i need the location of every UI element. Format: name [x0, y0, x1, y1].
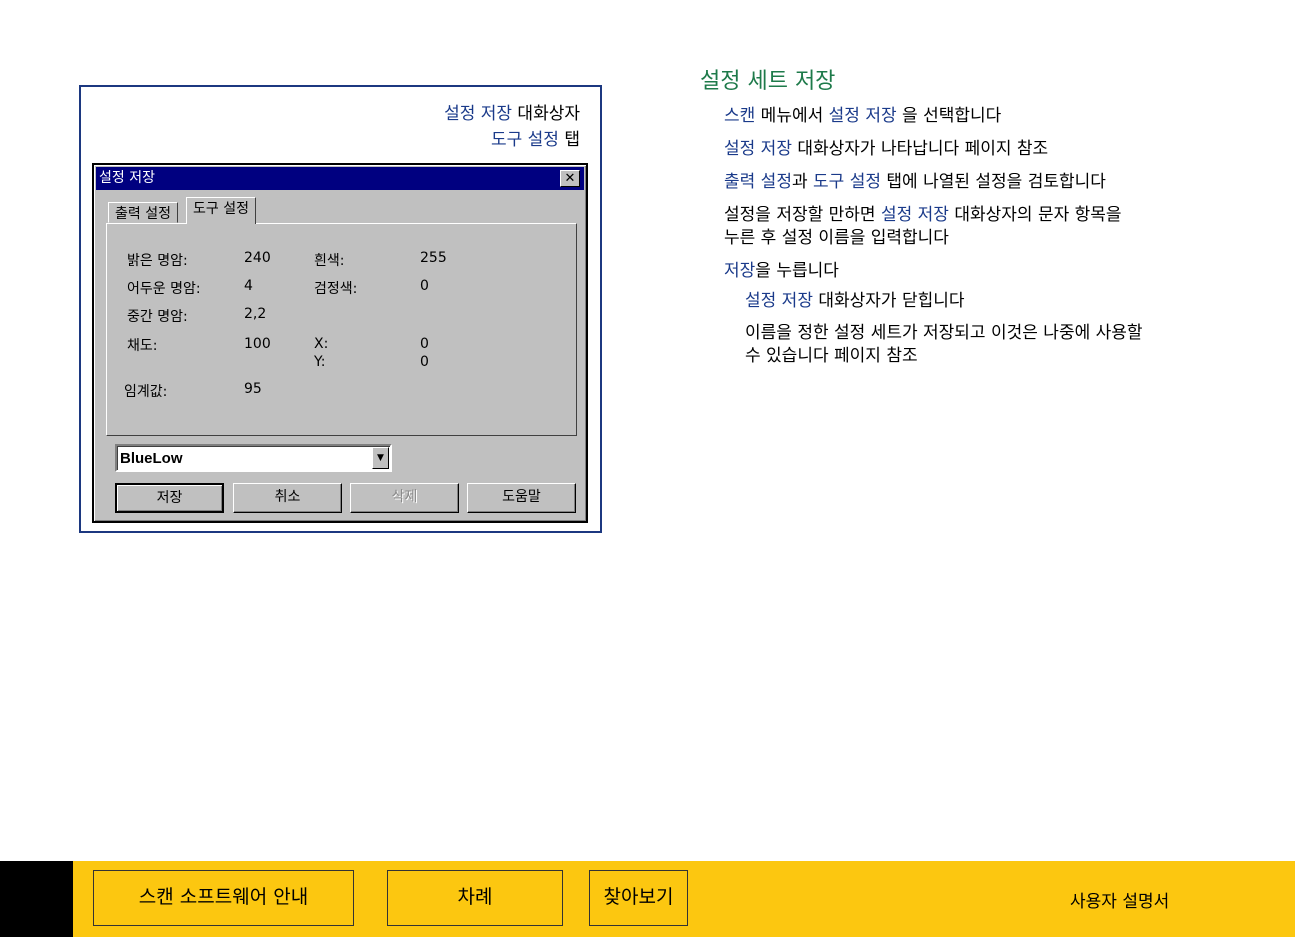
save-settings-dialog: 설정 저장 ✕ 출력 설정 도구 설정 밝은 명암: 240 흰색: 255 어… — [92, 163, 588, 523]
cancel-button[interactable]: 취소 — [233, 483, 342, 513]
caption-tab-suffix: 탭 — [558, 130, 580, 150]
tool-settings-panel: 밝은 명암: 240 흰색: 255 어두운 명암: 4 검정색: 0 중간 명… — [106, 223, 577, 436]
step-7-line-1: 이름을 정한 설정 세트가 저장되고 이것은 나중에 사용할 — [745, 323, 1143, 343]
help-button[interactable]: 도움말 — [467, 483, 576, 513]
step-3-text-end: 탭에 나열된 설정을 검토합니다 — [880, 172, 1106, 192]
step-6-text: 대화상자가 닫힙니다 — [812, 291, 965, 311]
close-icon[interactable]: ✕ — [560, 170, 580, 187]
dialog-title: 설정 저장 — [99, 170, 155, 186]
step-1-text: 메뉴에서 — [755, 106, 829, 126]
dark-tone-value: 4 — [244, 278, 253, 294]
table-of-contents-button[interactable]: 차례 — [387, 870, 563, 926]
threshold-value: 95 — [244, 381, 262, 397]
x-value: 0 — [420, 336, 429, 352]
figure-caption: 설정 저장 대화상자 도구 설정 탭 — [444, 101, 580, 153]
step-5-text: 을 누릅니다 — [755, 261, 839, 281]
step-1: 스캔 메뉴에서 설정 저장 을 선택합니다 — [724, 105, 1001, 128]
y-label: Y: — [314, 354, 326, 370]
step-2: 설정 저장 대화상자가 나타납니다 페이지 참조 — [724, 138, 1048, 161]
save-link[interactable]: 저장 — [724, 261, 755, 281]
step-3-text: 과 — [791, 172, 814, 192]
footer-black-block — [0, 861, 73, 937]
save-settings-dialog-link-3[interactable]: 설정 저장 — [745, 291, 813, 311]
bright-tone-label: 밝은 명암: — [127, 253, 188, 269]
step-2-text: 대화상자가 나타납니다 페이지 참조 — [791, 139, 1049, 159]
output-settings-link[interactable]: 출력 설정 — [724, 172, 792, 192]
caption-dialog-suffix: 대화상자 — [512, 104, 580, 124]
save-settings-dialog-link[interactable]: 설정 저장 — [724, 139, 792, 159]
figure-box: 설정 저장 대화상자 도구 설정 탭 설정 저장 ✕ 출력 설정 도구 설정 밝… — [79, 85, 602, 533]
black-value: 0 — [420, 278, 429, 294]
step-5: 저장을 누릅니다 — [724, 260, 839, 283]
y-value: 0 — [420, 354, 429, 370]
tool-settings-link[interactable]: 도구 설정 — [813, 172, 881, 192]
scan-software-guide-button[interactable]: 스캔 소프트웨어 안내 — [93, 870, 354, 926]
mid-tone-label: 중간 명암: — [127, 309, 188, 325]
dark-tone-label: 어두운 명암: — [127, 281, 201, 297]
section-heading: 설정 세트 저장 — [700, 69, 836, 94]
step-4-text: 설정을 저장할 만하면 — [724, 205, 881, 225]
index-button[interactable]: 찾아보기 — [589, 870, 688, 926]
step-6: 설정 저장 대화상자가 닫힙니다 — [745, 290, 965, 313]
dialog-title-bar: 설정 저장 ✕ — [96, 167, 584, 190]
delete-button[interactable]: 삭제 — [350, 483, 459, 513]
step-4: 설정을 저장할 만하면 설정 저장 대화상자의 문자 항목을 누른 후 설정 이… — [724, 204, 1122, 250]
mid-tone-value: 2,2 — [244, 306, 267, 322]
white-label: 흰색: — [314, 253, 345, 269]
footer-nav-bar: 스캔 소프트웨어 안내 차례 찾아보기 사용자 설명서 — [0, 861, 1295, 937]
step-3: 출력 설정과 도구 설정 탭에 나열된 설정을 검토합니다 — [724, 171, 1106, 194]
settings-name-value: BlueLow — [120, 450, 183, 467]
tab-tool-settings[interactable]: 도구 설정 — [186, 197, 256, 224]
threshold-label: 임계값: — [124, 384, 168, 400]
black-label: 검정색: — [314, 281, 358, 297]
save-button[interactable]: 저장 — [115, 483, 224, 513]
save-settings-link[interactable]: 설정 저장 — [829, 106, 897, 126]
white-value: 255 — [420, 250, 447, 266]
bright-tone-value: 240 — [244, 250, 271, 266]
caption-dialog-name: 설정 저장 — [444, 104, 513, 124]
step-7: 이름을 정한 설정 세트가 저장되고 이것은 나중에 사용할 수 있습니다 페이… — [745, 322, 1143, 368]
scan-menu-link[interactable]: 스캔 — [724, 106, 755, 126]
saturation-value: 100 — [244, 336, 271, 352]
step-7-line-2: 수 있습니다 페이지 참조 — [745, 346, 918, 366]
save-settings-dialog-link-2[interactable]: 설정 저장 — [881, 205, 949, 225]
step-4-text-mid: 대화상자의 문자 항목을 — [948, 205, 1122, 225]
caption-tab-name: 도구 설정 — [490, 130, 559, 150]
saturation-label: 채도: — [127, 338, 158, 354]
x-label: X: — [314, 336, 329, 352]
step-1-text-end: 을 선택합니다 — [896, 106, 1002, 126]
step-4-line-2: 누른 후 설정 이름을 입력합니다 — [724, 228, 949, 248]
settings-name-select[interactable]: BlueLow ▼ — [115, 444, 392, 472]
chevron-down-icon[interactable]: ▼ — [372, 447, 389, 469]
tab-output-settings[interactable]: 출력 설정 — [108, 202, 178, 223]
user-manual-label: 사용자 설명서 — [1070, 892, 1170, 912]
